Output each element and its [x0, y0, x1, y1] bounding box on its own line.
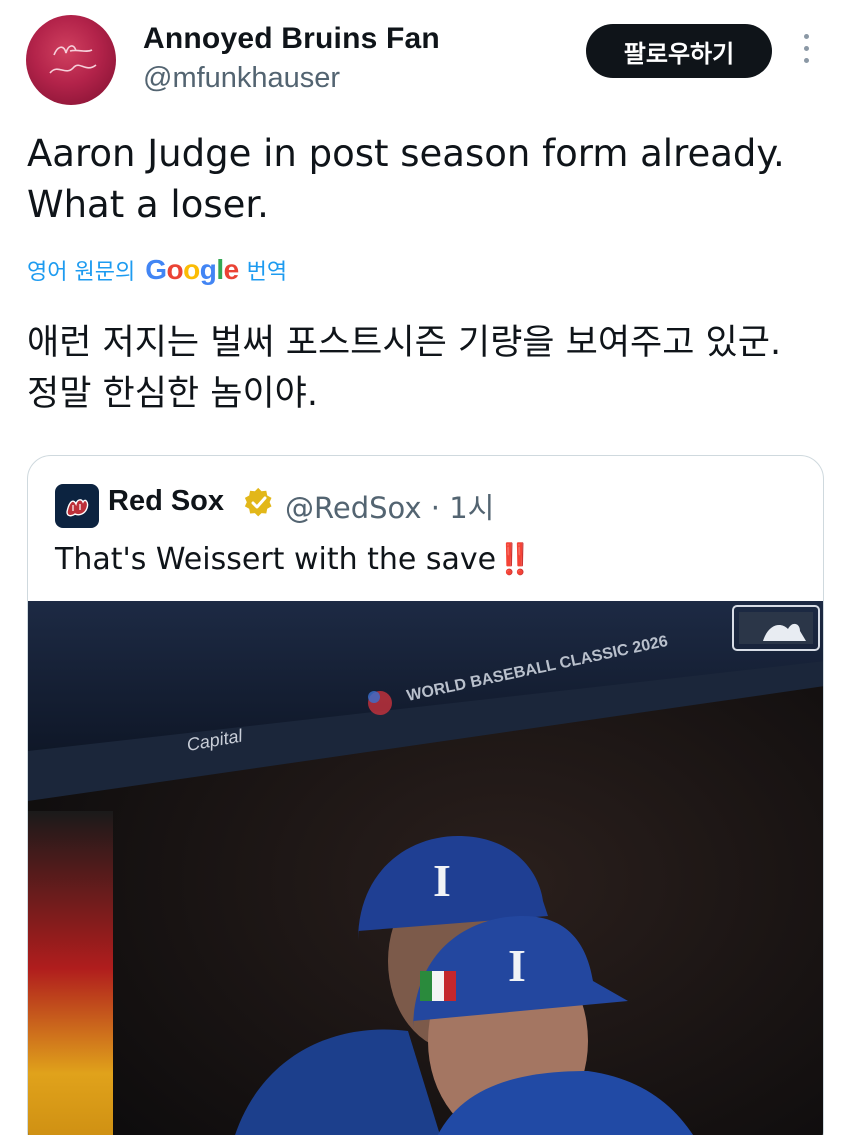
- translated-text-line: 정말 한심한 놈이야.: [27, 374, 318, 414]
- cap-letter-front: I: [508, 940, 526, 991]
- double-exclamation-icon: ‼️: [496, 542, 534, 577]
- translate-prefix: 영어 원문의: [27, 260, 136, 285]
- verified-badge-icon: [244, 487, 272, 517]
- tweet-page: Annoyed Bruins Fan @mfunkhauser 팔로우하기 Aa…: [0, 0, 850, 1135]
- author-display-name[interactable]: Annoyed Bruins Fan: [143, 22, 440, 56]
- google-logo: Google: [145, 254, 239, 285]
- cap-letter: I: [433, 855, 451, 906]
- red-sox-logo-icon[interactable]: [55, 484, 99, 528]
- translated-text: 애런 저지는 벌써 포스트시즌 기량을 보여주고 있군. 정말 한심한 놈이야.: [27, 318, 837, 420]
- author-avatar[interactable]: [26, 15, 116, 105]
- translation-attribution[interactable]: 영어 원문의 Google 번역: [27, 252, 287, 288]
- video-thumbnail[interactable]: WORLD BASEBALL CLASSIC 2026 Capital I I: [28, 601, 823, 1135]
- tweet-text-line: What a loser.: [27, 183, 269, 226]
- translated-text-line: 애런 저지는 벌써 포스트시즌 기량을 보여주고 있군.: [27, 323, 782, 363]
- quoted-author-handle[interactable]: @RedSox: [285, 491, 422, 525]
- baseball-dugout-image: WORLD BASEBALL CLASSIC 2026 Capital I I: [28, 601, 823, 1135]
- translate-suffix: 번역: [246, 260, 288, 285]
- quoted-text-body: That's Weissert with the save: [55, 542, 497, 577]
- quoted-author-name[interactable]: Red Sox: [108, 485, 224, 518]
- quoted-tweet-text: That's Weissert with the save‼️: [55, 542, 533, 577]
- follow-button[interactable]: 팔로우하기: [586, 24, 772, 78]
- quoted-tweet-card[interactable]: Red Sox @RedSox · 1시 That's Weissert wit…: [27, 455, 824, 1135]
- quoted-author-meta: @RedSox · 1시: [285, 485, 494, 527]
- quoted-time[interactable]: 1시: [449, 491, 494, 525]
- tweet-text-line: Aaron Judge in post season form already.: [27, 132, 785, 175]
- more-options-icon[interactable]: [796, 34, 816, 74]
- tweet-text: Aaron Judge in post season form already.…: [27, 128, 817, 230]
- author-handle[interactable]: @mfunkhauser: [143, 62, 340, 95]
- meta-separator: ·: [430, 491, 440, 525]
- signature-avatar-icon: [49, 45, 97, 74]
